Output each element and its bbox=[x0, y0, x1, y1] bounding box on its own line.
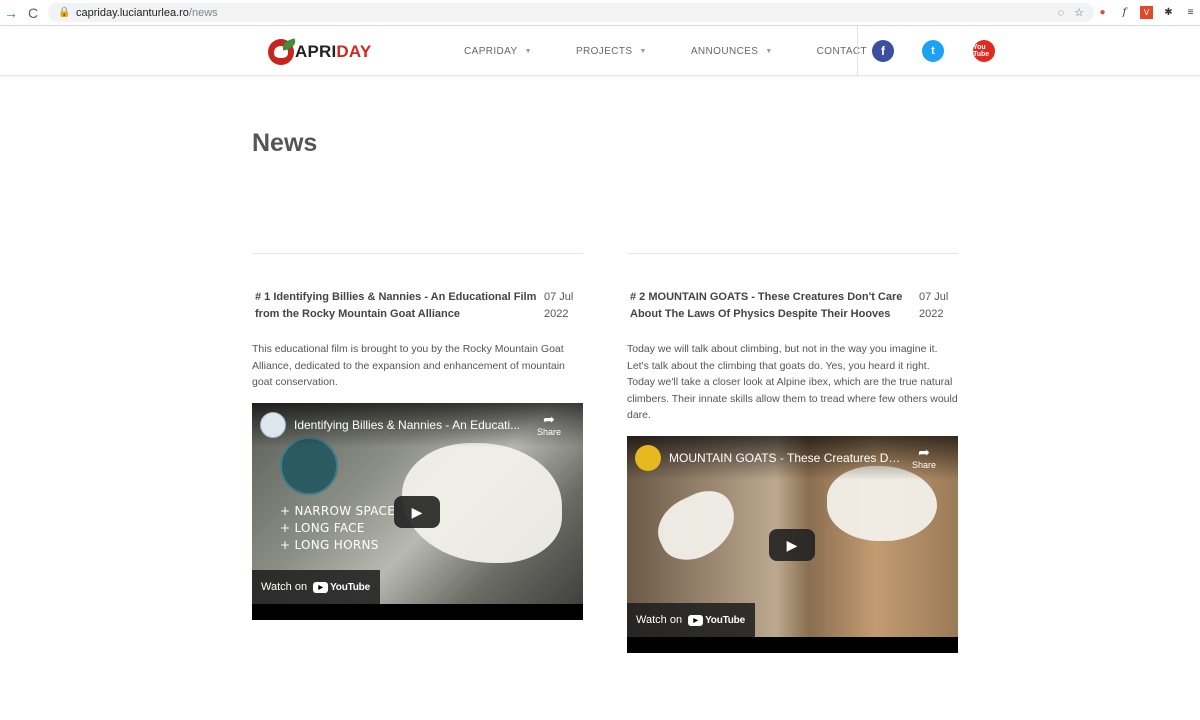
channel-avatar[interactable] bbox=[635, 445, 661, 471]
tracking-off-icon[interactable]: ◌ bbox=[1058, 7, 1065, 19]
play-button[interactable]: ▶ bbox=[769, 529, 815, 561]
youtube-logo-icon: ▶ YouTube bbox=[688, 614, 745, 626]
post-title[interactable]: # 2 MOUNTAIN GOATS - These Creatures Don… bbox=[630, 289, 912, 323]
reload-icon[interactable]: C bbox=[22, 2, 44, 24]
forward-icon[interactable]: → bbox=[0, 2, 22, 24]
red-extension-icon[interactable]: V bbox=[1140, 6, 1153, 19]
news-post: # 1 Identifying Billies & Nannies - An E… bbox=[252, 0, 583, 720]
watch-on-youtube-button[interactable]: Watch on ▶ YouTube bbox=[627, 603, 755, 637]
channel-avatar[interactable] bbox=[260, 412, 286, 438]
youtube-embed[interactable]: + NARROW SPACE + LONG FACE + LONG HORNS … bbox=[252, 403, 583, 620]
play-button[interactable]: ▶ bbox=[394, 496, 440, 528]
play-icon: ▶ bbox=[411, 503, 423, 520]
news-post: # 2 MOUNTAIN GOATS - These Creatures Don… bbox=[627, 0, 958, 720]
video-title[interactable]: Identifying Billies & Nannies - An Educa… bbox=[294, 418, 530, 432]
share-button[interactable]: ➦ Share bbox=[910, 444, 938, 470]
post-title[interactable]: # 1 Identifying Billies & Nannies - An E… bbox=[255, 289, 537, 323]
post-date: 07 Jul 2022 bbox=[919, 291, 949, 320]
color-picker-extension-icon[interactable]: ● bbox=[1096, 6, 1109, 19]
thumbnail-caption: + LONG HORNS bbox=[280, 538, 379, 552]
video-title[interactable]: MOUNTAIN GOATS - These Creatures Do... bbox=[669, 451, 905, 465]
video-bottom-bar bbox=[627, 637, 958, 653]
youtube-embed[interactable]: MOUNTAIN GOATS - These Creatures Do... ➦… bbox=[627, 436, 958, 653]
share-arrow-icon: ➦ bbox=[543, 411, 555, 427]
site-header: APRIDAY CAPRIDAY ▼ PROJECTS ▼ ANNOUNCES ▼ C… bbox=[0, 26, 1200, 76]
divider bbox=[627, 253, 958, 254]
url-host: capriday.lucianturlea.ro bbox=[76, 6, 189, 19]
thumbnail-caption: + NARROW SPACE bbox=[280, 504, 396, 518]
font-extension-icon[interactable]: f bbox=[1118, 6, 1131, 19]
url-path: /news bbox=[188, 6, 218, 19]
share-arrow-icon: ➦ bbox=[918, 444, 930, 460]
video-bottom-bar bbox=[252, 604, 583, 620]
puzzle-extension-icon[interactable]: ✱ bbox=[1162, 6, 1175, 19]
post-date: 07 Jul 2022 bbox=[544, 291, 574, 320]
divider bbox=[252, 253, 583, 254]
menu-list-icon[interactable]: ≡ bbox=[1184, 6, 1197, 19]
youtube-icon[interactable]: You Tube bbox=[973, 40, 995, 62]
post-body: Today we will talk about climbing, but n… bbox=[627, 343, 958, 421]
share-button[interactable]: ➦ Share bbox=[535, 411, 563, 437]
browser-toolbar: → C 🔒 capriday.lucianturlea.ro/news ◌ ☆ … bbox=[0, 0, 1200, 26]
youtube-logo-icon: ▶ YouTube bbox=[313, 581, 370, 593]
post-body: This educational film is brought to you … bbox=[252, 343, 565, 388]
lock-icon: 🔒 bbox=[58, 7, 71, 18]
play-icon: ▶ bbox=[786, 536, 798, 553]
thumbnail-caption: + LONG FACE bbox=[280, 521, 365, 535]
bookmark-star-icon[interactable]: ☆ bbox=[1074, 6, 1084, 19]
watch-on-youtube-button[interactable]: Watch on ▶ YouTube bbox=[252, 570, 380, 604]
